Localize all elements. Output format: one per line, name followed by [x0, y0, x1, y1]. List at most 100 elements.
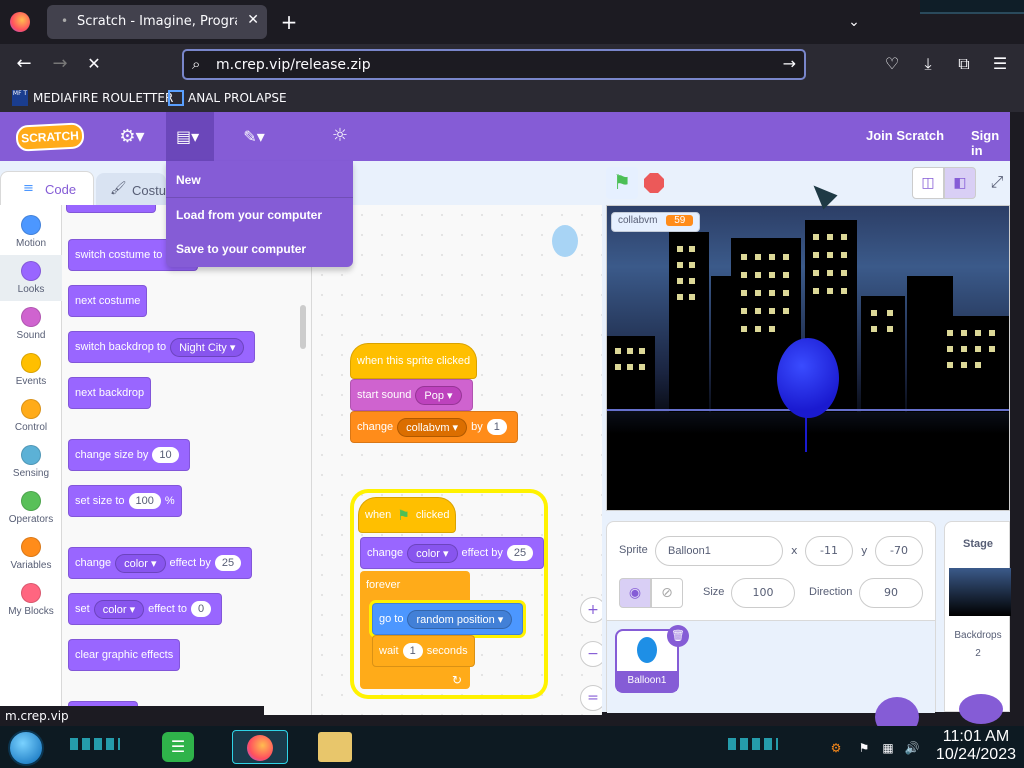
url-bar[interactable]: ⌕ m.crep.vip/release.zip →	[182, 49, 806, 80]
number-input[interactable]: 1	[486, 419, 507, 435]
direction-input[interactable]: 90	[859, 578, 923, 608]
number-input[interactable]: 25	[506, 545, 534, 561]
sign-in-link[interactable]: Sign in	[971, 128, 1010, 158]
palette-scrollbar[interactable]	[300, 305, 306, 349]
forward-icon[interactable]: →	[50, 54, 70, 74]
variable-dropdown[interactable]: collabvm ▾	[397, 417, 468, 437]
sprite-thumb-balloon1[interactable]: Balloon1 🗑	[615, 625, 689, 693]
app-firefox-icon[interactable]	[232, 730, 288, 764]
start-button-icon[interactable]	[8, 730, 44, 766]
menu-divider	[166, 197, 353, 198]
block-next-costume[interactable]: next costume	[68, 285, 148, 317]
block-change-variable[interactable]: change collabvm ▾ by 1	[350, 411, 518, 443]
delete-sprite-icon[interactable]: 🗑	[667, 625, 689, 647]
category-events[interactable]: Events	[0, 347, 62, 393]
block-set-size[interactable]: set size to 100 %	[68, 485, 182, 517]
tab-costumes[interactable]: 🖌 Costu	[96, 173, 166, 207]
category-my-blocks[interactable]: My Blocks	[0, 577, 62, 623]
menu-icon[interactable]: ☰	[990, 54, 1010, 74]
block-change-effect-script[interactable]: change color ▾ effect by 25	[360, 537, 545, 569]
block-categories: Motion Looks Sound Events Control Sensin…	[0, 205, 62, 715]
category-sensing[interactable]: Sensing	[0, 439, 62, 485]
size-input[interactable]: 100	[731, 578, 795, 608]
variable-monitor[interactable]: collabvm 59	[611, 212, 701, 232]
scratch-logo[interactable]: SCRATCH	[15, 122, 85, 152]
tab-close-icon[interactable]: ✕	[247, 12, 259, 28]
bookmark-mediafire[interactable]: MF T MEDIAFIRE ROULETTER	[12, 90, 173, 106]
block-switch-backdrop[interactable]: switch backdrop to Night City ▾	[68, 331, 256, 363]
category-control[interactable]: Control	[0, 393, 62, 439]
stop-button[interactable]	[644, 173, 664, 193]
number-input[interactable]: 1	[402, 643, 423, 659]
block-start-sound[interactable]: start sound Pop ▾	[350, 379, 473, 411]
size-value: 100	[752, 586, 774, 599]
block-clear-effects[interactable]: clear graphic effects	[68, 639, 181, 671]
menu-item-save[interactable]: Save to your computer	[176, 242, 306, 256]
category-operators[interactable]: Operators	[0, 485, 62, 531]
balloon-sprite[interactable]	[777, 338, 839, 418]
add-backdrop-button-partial[interactable]	[959, 694, 1003, 724]
app-icon-green[interactable]: ☰	[162, 732, 194, 762]
small-stage-button[interactable]: ◫	[912, 167, 944, 199]
category-motion[interactable]: Motion	[0, 209, 62, 255]
tutorials-bulb-icon[interactable]: ☼	[330, 126, 350, 146]
join-scratch-link[interactable]: Join Scratch	[866, 128, 944, 143]
menu-item-new[interactable]: New	[176, 173, 201, 187]
tab-code[interactable]: ≡ Code	[0, 171, 94, 207]
hat-when-flag-clicked[interactable]: when ⚑ clicked	[358, 497, 457, 533]
effect-dropdown[interactable]: color ▾	[115, 553, 166, 573]
edit-pencil-icon[interactable]: ✎▾	[238, 127, 270, 147]
block-text: effect by	[461, 547, 503, 559]
number-input[interactable]: 0	[191, 601, 212, 617]
block-change-size[interactable]: change size by 10	[68, 439, 190, 471]
x-input[interactable]: -11	[805, 536, 853, 566]
block-set-effect[interactable]: set color ▾ effect to 0	[68, 593, 223, 625]
go-arrow-icon[interactable]: →	[783, 54, 796, 73]
number-input[interactable]: 25	[214, 555, 242, 571]
new-tab-icon[interactable]: +	[279, 12, 299, 32]
category-variables[interactable]: Variables	[0, 531, 62, 577]
stage-canvas[interactable]: collabvm 59	[606, 205, 1010, 511]
tray-icon-1[interactable]: ⚙	[828, 738, 844, 758]
system-clock[interactable]: 11:01 AM 10/24/2023	[936, 728, 1016, 764]
position-dropdown[interactable]: random position ▾	[407, 609, 513, 629]
list-tabs-icon[interactable]: ⌄	[844, 12, 864, 32]
app-explorer-icon[interactable]	[318, 732, 352, 762]
category-sound[interactable]: Sound	[0, 301, 62, 347]
number-input[interactable]: 100	[128, 493, 161, 509]
large-stage-button[interactable]: ◧	[944, 167, 976, 199]
show-sprite-button[interactable]: ◉	[619, 578, 651, 608]
stage-panel[interactable]: Stage Backdrops 2	[944, 521, 1011, 724]
back-icon[interactable]: ←	[14, 54, 34, 74]
downloads-icon[interactable]: ⤓	[918, 54, 938, 74]
pocket-icon[interactable]: ♡	[882, 54, 902, 74]
menu-item-load[interactable]: Load from your computer	[176, 208, 322, 222]
stop-loading-icon[interactable]: ✕	[84, 54, 104, 74]
block-palette-partial[interactable]	[66, 205, 156, 213]
settings-gear-icon[interactable]: ⚙▾	[116, 127, 148, 147]
block-change-effect[interactable]: change color ▾ effect by 25	[68, 547, 253, 579]
extensions-icon[interactable]: ⧉	[954, 54, 974, 74]
tray-volume-icon[interactable]: 🔊	[904, 738, 920, 758]
tray-network-icon[interactable]: ▦	[880, 738, 896, 758]
block-wait[interactable]: wait 1 seconds	[372, 635, 475, 667]
sprite-name-input[interactable]: Balloon1	[655, 536, 783, 566]
bookmark-second[interactable]: ANAL PROLAPSE	[168, 90, 287, 106]
hat-when-sprite-clicked[interactable]: when this sprite clicked	[350, 343, 478, 379]
block-go-to[interactable]: go to random position ▾	[372, 603, 524, 635]
block-text: switch backdrop to	[75, 341, 167, 353]
file-menu-button[interactable]: ▤▾	[166, 112, 214, 161]
sound-dropdown[interactable]: Pop ▾	[415, 385, 462, 405]
browser-tab[interactable]: • Scratch - Imagine, Program, Sh ✕	[47, 5, 267, 39]
category-looks[interactable]: Looks	[0, 255, 62, 301]
block-next-backdrop[interactable]: next backdrop	[68, 377, 152, 409]
backdrop-dropdown[interactable]: Night City ▾	[170, 337, 245, 357]
effect-dropdown[interactable]: color ▾	[93, 599, 145, 619]
green-flag-button[interactable]: ⚑	[606, 167, 638, 199]
fullscreen-icon[interactable]: ⤢	[984, 167, 1010, 199]
effect-dropdown[interactable]: color ▾	[407, 543, 458, 563]
y-input[interactable]: -70	[875, 536, 923, 566]
number-input[interactable]: 10	[152, 447, 179, 463]
tray-flag-icon[interactable]: ⚑	[856, 738, 872, 758]
hide-sprite-button[interactable]: ⊘	[651, 578, 683, 608]
